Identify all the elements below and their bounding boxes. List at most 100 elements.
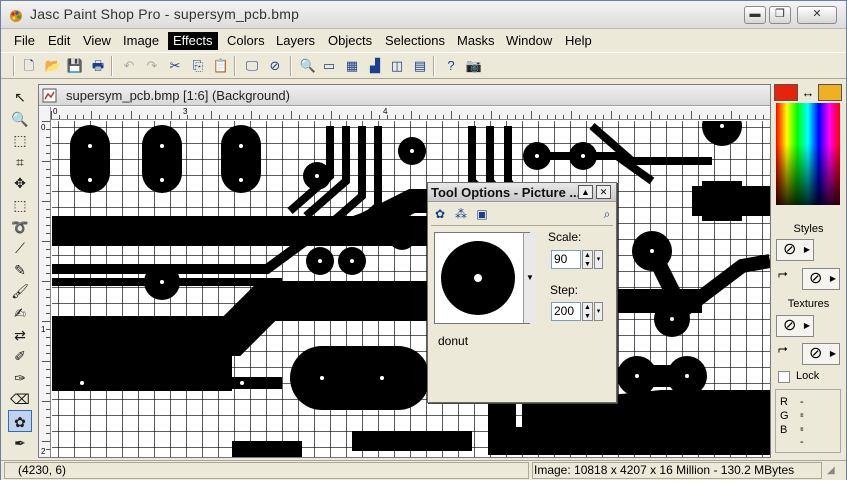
- menu-window[interactable]: Window: [501, 32, 557, 50]
- tool-options-palette[interactable]: Tool Options - Picture ... ▲ ✕ ✿ ⁂ ▣ ⌕ ▼…: [427, 182, 617, 403]
- freehand-lasso-icon[interactable]: ➰: [8, 216, 32, 238]
- redo-icon[interactable]: ↷: [142, 56, 162, 76]
- clone-brush-icon[interactable]: ✍: [8, 302, 32, 324]
- histogram-icon[interactable]: ▟: [365, 56, 385, 76]
- close-button[interactable]: ✕: [797, 6, 837, 24]
- arrow-pointer-icon[interactable]: ↖: [8, 86, 32, 108]
- tube-preview[interactable]: ▼: [434, 232, 536, 324]
- menu-file[interactable]: File: [9, 32, 40, 50]
- no-entry-icon[interactable]: ⊘: [265, 56, 285, 76]
- open-folder-icon[interactable]: 📂: [43, 56, 63, 76]
- zoom-view-icon[interactable]: 🔍: [298, 56, 318, 76]
- ruler-tick: [587, 115, 588, 119]
- background-style-button[interactable]: ⊘ ▶: [802, 268, 840, 290]
- toolbar-toggle-icon[interactable]: ▭: [319, 56, 339, 76]
- resize-grip-icon[interactable]: ◢: [827, 465, 841, 479]
- ruler-tick: [46, 305, 50, 306]
- tool-options-help-icon[interactable]: ⌕: [598, 205, 616, 223]
- ruler-tick: [46, 217, 50, 218]
- menu-objects[interactable]: Objects: [323, 32, 377, 50]
- scale-spinner[interactable]: ▲ ▼: [582, 250, 593, 269]
- step-dropdown[interactable]: ▾: [594, 302, 603, 321]
- lock-checkbox[interactable]: [778, 371, 790, 383]
- scale-dropdown[interactable]: ▾: [594, 250, 603, 269]
- ruler-tick: [227, 115, 228, 119]
- menu-layers[interactable]: Layers: [271, 32, 320, 50]
- ruler-tick: [667, 115, 668, 119]
- crop-icon[interactable]: ⌗: [8, 151, 32, 173]
- overview-window-icon[interactable]: ▤: [410, 56, 430, 76]
- maximize-button[interactable]: ❐: [769, 6, 791, 24]
- selection-icon[interactable]: ⬚: [8, 194, 32, 216]
- swap-textures-icon[interactable]: ⮣: [778, 341, 788, 356]
- cut-icon[interactable]: ✂: [165, 56, 185, 76]
- ruler-v-number: 0: [41, 123, 46, 132]
- tube-dropdown-arrow[interactable]: ▼: [523, 233, 536, 323]
- foreground-swatch[interactable]: [774, 84, 798, 101]
- menu-selections[interactable]: Selections: [380, 32, 450, 50]
- scratch-remover-icon[interactable]: ✑: [8, 367, 32, 389]
- menu-colors[interactable]: Colors: [222, 32, 270, 50]
- color-replacer-icon[interactable]: ⇄: [8, 324, 32, 346]
- tool-options-title-bar[interactable]: Tool Options - Picture ... ▲ ✕: [428, 183, 616, 202]
- swap-colors-icon[interactable]: ↔: [799, 84, 817, 101]
- layer-palette-icon[interactable]: ◫: [387, 56, 407, 76]
- ruler-tick: [315, 115, 316, 119]
- retouch-icon[interactable]: ✐: [8, 345, 32, 367]
- save-icon[interactable]: 💾: [65, 56, 85, 76]
- color-picker-spectrum[interactable]: [776, 103, 840, 205]
- help-context-icon[interactable]: ?: [441, 56, 461, 76]
- picture-tube-icon[interactable]: ✿: [8, 410, 32, 432]
- menu-help[interactable]: Help: [560, 32, 597, 50]
- image-canvas[interactable]: [52, 121, 770, 457]
- menu-view[interactable]: View: [78, 32, 116, 50]
- null-texture-icon: ⊘: [783, 317, 797, 334]
- scale-input[interactable]: 90: [551, 250, 581, 269]
- ruler-tick: [483, 115, 484, 119]
- menu-masks[interactable]: Masks: [452, 32, 500, 50]
- rollup-button[interactable]: ▲: [578, 185, 593, 199]
- ruler-tick: [211, 111, 212, 119]
- tool-options-close-button[interactable]: ✕: [596, 185, 611, 199]
- menu-effects[interactable]: Effects: [168, 32, 218, 50]
- ruler-tick: [46, 449, 50, 450]
- swap-styles-icon[interactable]: ⮣: [778, 266, 788, 281]
- document-title-bar[interactable]: supersym_pcb.bmp [1:6] (Background): [39, 85, 770, 106]
- placement-tab-icon[interactable]: ⁂: [452, 205, 470, 223]
- foreground-texture-button[interactable]: ⊘ ▶: [776, 315, 814, 337]
- dropper-icon[interactable]: ✎: [8, 259, 32, 281]
- magic-wand-icon[interactable]: ⟋: [8, 237, 32, 259]
- foreground-style-button[interactable]: ⊘ ▶: [776, 239, 814, 261]
- zoom-icon[interactable]: 🔍: [8, 108, 32, 130]
- menu-edit[interactable]: Edit: [43, 32, 75, 50]
- ruler-tick: [443, 115, 444, 119]
- ruler-tick: [355, 115, 356, 119]
- move-icon[interactable]: ✥: [8, 172, 32, 194]
- tube-tab-icon[interactable]: ✿: [431, 205, 449, 223]
- new-file-icon[interactable]: 🗋: [19, 56, 39, 76]
- background-texture-button[interactable]: ⊘ ▶: [802, 343, 840, 365]
- deformation-icon[interactable]: ⬚: [8, 129, 32, 151]
- color-palette-icon[interactable]: ▦: [342, 56, 362, 76]
- paste-icon[interactable]: 📋: [211, 56, 231, 76]
- ruler-tick: [427, 115, 428, 119]
- menu-image[interactable]: Image: [118, 32, 164, 50]
- options-tab-icon[interactable]: ▣: [473, 205, 491, 223]
- ruler-tick: [51, 111, 52, 119]
- print-icon[interactable]: 🖶: [88, 56, 108, 76]
- step-spinner[interactable]: ▲ ▼: [582, 302, 593, 321]
- copy-icon[interactable]: ⎘: [188, 56, 208, 76]
- monitor-icon[interactable]: 🖵: [242, 56, 262, 76]
- document-window[interactable]: supersym_pcb.bmp [1:6] (Background) 034 …: [38, 84, 771, 458]
- minimize-button[interactable]: ▬: [744, 6, 766, 24]
- title-bar[interactable]: Jasc Paint Shop Pro - supersym_pcb.bmp ▬…: [1, 1, 846, 29]
- undo-icon[interactable]: ↶: [119, 56, 139, 76]
- paint-brush-icon[interactable]: 🖌: [8, 280, 32, 302]
- ruler-tick: [691, 111, 692, 119]
- background-swatch[interactable]: [818, 84, 842, 101]
- airbrush-icon[interactable]: ✒: [8, 432, 32, 454]
- camera-capture-icon[interactable]: 📷: [464, 56, 484, 76]
- image-info: Image: 10818 x 4207 x 16 Million - 130.2…: [532, 462, 822, 479]
- eraser-icon[interactable]: ⌫: [8, 388, 32, 410]
- step-input[interactable]: 200: [551, 302, 581, 321]
